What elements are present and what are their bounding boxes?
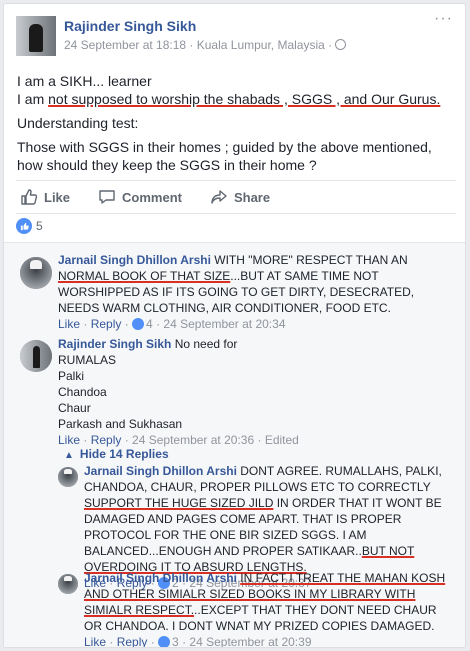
post-line: Those with SGGS in their homes ; guided … xyxy=(17,139,432,173)
post-line: Understanding test: xyxy=(17,115,139,131)
reply-author[interactable]: Jarnail Singh Dhillon Arshi xyxy=(84,571,237,585)
comment-actions: Like · Reply · 24 September at 20:36 · E… xyxy=(58,433,299,447)
comment-timestamp[interactable]: 24 September at 20:34 xyxy=(163,317,285,331)
share-button[interactable]: Share xyxy=(206,188,270,206)
comment-reply-link[interactable]: Reply xyxy=(91,317,122,331)
like-reaction-icon xyxy=(16,218,32,234)
reply-avatar[interactable] xyxy=(58,574,78,594)
comment-line: Parkash and Sukhasan xyxy=(58,417,183,431)
reply-timestamp[interactable]: 24 September at 20:39 xyxy=(189,635,311,647)
comment-like-link[interactable]: Like xyxy=(58,433,80,447)
like-reaction-icon xyxy=(132,318,145,330)
comment: Jarnail Singh Dhillon Arshi WITH "MORE" … xyxy=(58,252,456,332)
thumbs-up-icon xyxy=(21,189,38,205)
author-avatar[interactable] xyxy=(16,16,56,56)
post-line: I am a SIKH... learner xyxy=(17,73,152,89)
comment-label: Comment xyxy=(122,189,182,205)
post-actions-bar: Like Comment Share xyxy=(16,180,456,214)
post-meta: 24 September at 18:18 · Kuala Lumpur, Ma… xyxy=(64,38,347,52)
commenter-avatar[interactable] xyxy=(20,257,52,289)
reply-author[interactable]: Jarnail Singh Dhillon Arshi xyxy=(84,464,237,478)
comment-line: Chandoa xyxy=(58,385,107,399)
share-icon xyxy=(211,190,227,204)
comment-reply-link[interactable]: Reply xyxy=(91,433,122,447)
reply-reply-link[interactable]: Reply xyxy=(117,635,148,647)
like-reaction-icon xyxy=(158,636,171,647)
comment-icon xyxy=(99,190,115,204)
reply: Jarnail Singh Dhillon Arshi IN FACT I TR… xyxy=(84,570,456,648)
reply-actions: Like · Reply · 3 · 24 September at 20:39 xyxy=(84,635,312,648)
globe-icon xyxy=(335,39,347,50)
author-name[interactable]: Rajinder Singh Sikh xyxy=(64,18,196,34)
post-timestamp[interactable]: 24 September at 18:18 · Kuala Lumpur, Ma… xyxy=(64,38,332,52)
comment-actions: Like · Reply · 4 · 24 September at 20:34 xyxy=(58,317,286,331)
edited-label[interactable]: Edited xyxy=(265,433,299,447)
chevron-up-icon: ▲ xyxy=(64,450,74,461)
comment-author[interactable]: Rajinder Singh Sikh xyxy=(58,337,171,351)
reactions-summary[interactable]: 5 xyxy=(16,218,43,234)
post-line: I am not supposed to worship the shabads… xyxy=(17,91,441,107)
hide-replies-toggle[interactable]: ▲ Hide 14 Replies xyxy=(64,447,169,461)
comment-reaction-count: 4 xyxy=(146,317,153,331)
more-options-icon[interactable]: ··· xyxy=(434,10,453,28)
comment-line: Palki xyxy=(58,369,85,383)
comment: Rajinder Singh Sikh No need for RUMALAS … xyxy=(58,336,456,448)
reply-like-link[interactable]: Like xyxy=(84,635,106,647)
post-card: Rajinder Singh Sikh 24 September at 18:1… xyxy=(3,3,466,648)
post-body: I am a SIKH... learner I am not supposed… xyxy=(17,72,457,180)
comment-timestamp[interactable]: 24 September at 20:36 xyxy=(132,433,254,447)
reply-avatar[interactable] xyxy=(58,467,78,487)
share-label: Share xyxy=(233,189,271,205)
commenter-avatar[interactable] xyxy=(20,340,52,372)
comment-author[interactable]: Jarnail Singh Dhillon Arshi xyxy=(58,253,211,267)
comment-button[interactable]: Comment xyxy=(94,188,182,206)
comment-line: Chaur xyxy=(58,401,91,415)
reaction-count: 5 xyxy=(36,219,43,233)
comment-like-link[interactable]: Like xyxy=(58,317,80,331)
like-label: Like xyxy=(44,189,71,205)
reply-reaction-count: 3 xyxy=(172,635,179,648)
like-button[interactable]: Like xyxy=(16,188,70,206)
comment-line: RUMALAS xyxy=(58,353,117,367)
